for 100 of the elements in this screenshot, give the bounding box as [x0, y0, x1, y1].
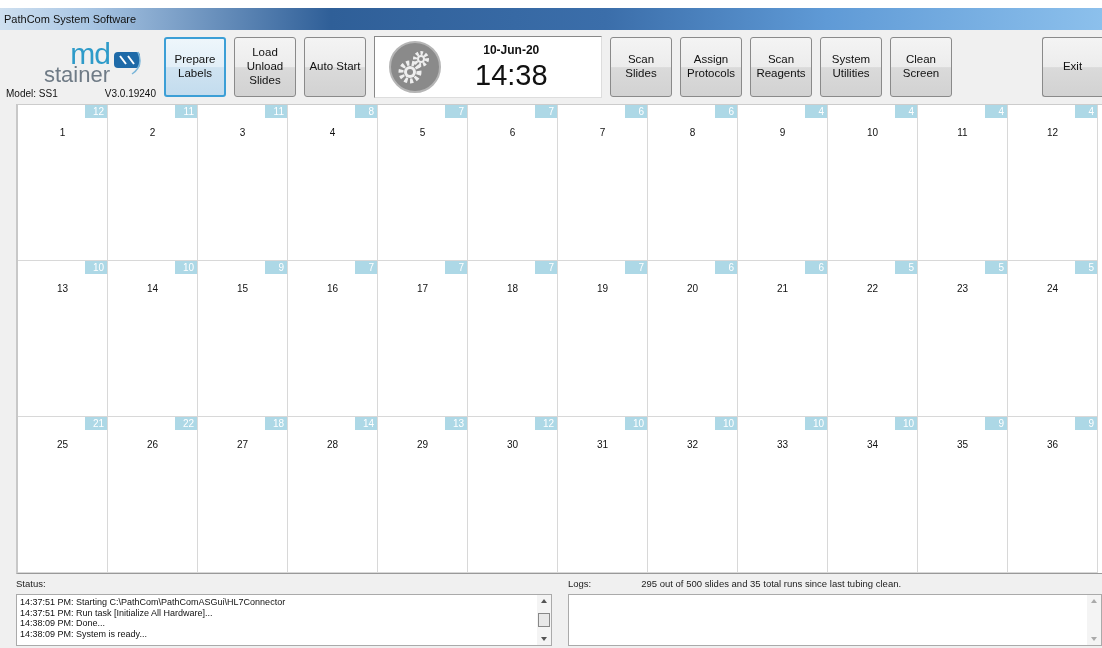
slot-cell[interactable]: 7 5: [378, 105, 468, 261]
slot-cell[interactable]: 13 29: [378, 417, 468, 573]
status-log-box[interactable]: 14:37:51 PM: Starting C:\PathCom\PathComASGui\HL7Connector 14:37:51 PM: Run task [Initialize All Hardware]... 14:38:09 PM: Done... 14:38:09 PM: System is ready...: [16, 594, 552, 646]
slot-cell[interactable]: 7 17: [378, 261, 468, 417]
slot-number: 24: [1046, 283, 1059, 296]
gears-icon: [389, 41, 441, 93]
slide-count-badge: 7: [355, 261, 377, 274]
slot-cell[interactable]: 18 27: [198, 417, 288, 573]
tubing-summary-text: 295 out of 500 slides and 35 total runs since last tubing clean.: [641, 578, 902, 591]
slide-count-badge: 21: [85, 417, 107, 430]
slot-cell[interactable]: 14 28: [288, 417, 378, 573]
slot-cell[interactable]: 5 23: [918, 261, 1008, 417]
slot-cell[interactable]: 4 12: [1008, 105, 1098, 261]
slot-cell[interactable]: 11 3: [198, 105, 288, 261]
toolbar-button[interactable]: Scan Reagents: [750, 37, 812, 97]
slot-cell[interactable]: 10 13: [18, 261, 108, 417]
slot-cell[interactable]: 12 30: [468, 417, 558, 573]
slide-count-badge: 6: [625, 105, 647, 118]
toolbar-button[interactable]: System Utilities: [820, 37, 882, 97]
slide-count-badge: 7: [445, 261, 467, 274]
toolbar-button[interactable]: Prepare Labels: [164, 37, 226, 97]
status-log-line: 14:37:51 PM: Starting C:\PathCom\PathComASGui\HL7Connector: [20, 597, 287, 608]
slot-cell[interactable]: 22 26: [108, 417, 198, 573]
slot-number: 35: [956, 439, 969, 452]
slot-number: 33: [776, 439, 789, 452]
slot-number: 14: [146, 283, 159, 296]
status-log-line: 14:38:09 PM: Done...: [20, 618, 107, 629]
slide-count-badge: 4: [895, 105, 917, 118]
slide-count-badge: 6: [715, 105, 737, 118]
slot-number: 18: [506, 283, 519, 296]
slot-cell[interactable]: 9 15: [198, 261, 288, 417]
slot-cell[interactable]: 10 34: [828, 417, 918, 573]
slot-number: 6: [509, 127, 516, 140]
slide-count-badge: 10: [805, 417, 827, 430]
slot-number: 7: [599, 127, 606, 140]
slot-cell[interactable]: 9 36: [1008, 417, 1098, 573]
slide-count-badge: 5: [1075, 261, 1097, 274]
slide-count-badge: 8: [355, 105, 377, 118]
slot-cell[interactable]: 5 22: [828, 261, 918, 417]
slot-cell[interactable]: 10 32: [648, 417, 738, 573]
slot-number: 31: [596, 439, 609, 452]
scroll-up-icon[interactable]: [541, 599, 547, 603]
slot-number: 1: [59, 127, 66, 140]
slot-cell[interactable]: 4 11: [918, 105, 1008, 261]
slot-cell[interactable]: 6 8: [648, 105, 738, 261]
slot-number: 20: [686, 283, 699, 296]
slide-count-badge: 4: [1075, 105, 1097, 118]
slot-cell[interactable]: 5 24: [1008, 261, 1098, 417]
slot-number: 21: [776, 283, 789, 296]
slide-count-badge: 18: [265, 417, 287, 430]
slide-count-badge: 10: [625, 417, 647, 430]
slot-cell[interactable]: 7 6: [468, 105, 558, 261]
window-title: PathCom System Software: [4, 13, 137, 25]
slide-count-badge: 10: [85, 261, 107, 274]
slot-cell[interactable]: 10 31: [558, 417, 648, 573]
slide-count-badge: 13: [445, 417, 467, 430]
slot-cell[interactable]: 4 10: [828, 105, 918, 261]
slot-cell[interactable]: 8 4: [288, 105, 378, 261]
slide-count-badge: 7: [625, 261, 647, 274]
slot-number: 10: [866, 127, 879, 140]
slide-count-badge: 22: [175, 417, 197, 430]
slot-cell[interactable]: 21 25: [18, 417, 108, 573]
toolbar-button[interactable]: Auto Start: [304, 37, 366, 97]
slot-cell[interactable]: 9 35: [918, 417, 1008, 573]
slot-cell[interactable]: 4 9: [738, 105, 828, 261]
slide-count-badge: 4: [805, 105, 827, 118]
exit-button[interactable]: Exit: [1042, 37, 1102, 97]
status-label: Status:: [16, 578, 47, 591]
slot-cell[interactable]: 7 16: [288, 261, 378, 417]
toolbar-button[interactable]: Load Unload Slides: [234, 37, 296, 97]
status-log-line: 14:37:51 PM: Run task [Initialize All Hardware]...: [20, 607, 214, 618]
toolbar-button[interactable]: Assign Protocols: [680, 37, 742, 97]
slot-cell[interactable]: 7 19: [558, 261, 648, 417]
slot-number: 25: [56, 439, 69, 452]
toolbar-button[interactable]: Clean Screen: [890, 37, 952, 97]
slot-number: 34: [866, 439, 879, 452]
slot-cell[interactable]: 10 14: [108, 261, 198, 417]
slot-number: 30: [506, 439, 519, 452]
slot-cell[interactable]: 6 21: [738, 261, 828, 417]
slide-count-badge: 10: [715, 417, 737, 430]
slide-count-badge: 6: [805, 261, 827, 274]
slot-cell[interactable]: 10 33: [738, 417, 828, 573]
slide-count-badge: 5: [985, 261, 1007, 274]
slide-count-badge: 7: [445, 105, 467, 118]
scroll-down-icon[interactable]: [541, 637, 547, 641]
slot-cell[interactable]: 11 2: [108, 105, 198, 261]
slot-cell[interactable]: 12 1: [18, 105, 108, 261]
slot-cell[interactable]: 6 7: [558, 105, 648, 261]
slide-count-badge: 7: [535, 261, 557, 274]
slide-count-badge: 7: [535, 105, 557, 118]
scrollbar[interactable]: [537, 595, 551, 645]
slot-number: 15: [236, 283, 249, 296]
date-label: 10-Jun-20: [483, 42, 540, 57]
slide-count-badge: 10: [895, 417, 917, 430]
slot-number: 4: [329, 127, 336, 140]
slot-cell[interactable]: 7 18: [468, 261, 558, 417]
version-label: V3.0.19240: [104, 88, 156, 100]
toolbar-button[interactable]: Scan Slides: [610, 37, 672, 97]
slot-cell[interactable]: 6 20: [648, 261, 738, 417]
slot-number: 23: [956, 283, 969, 296]
